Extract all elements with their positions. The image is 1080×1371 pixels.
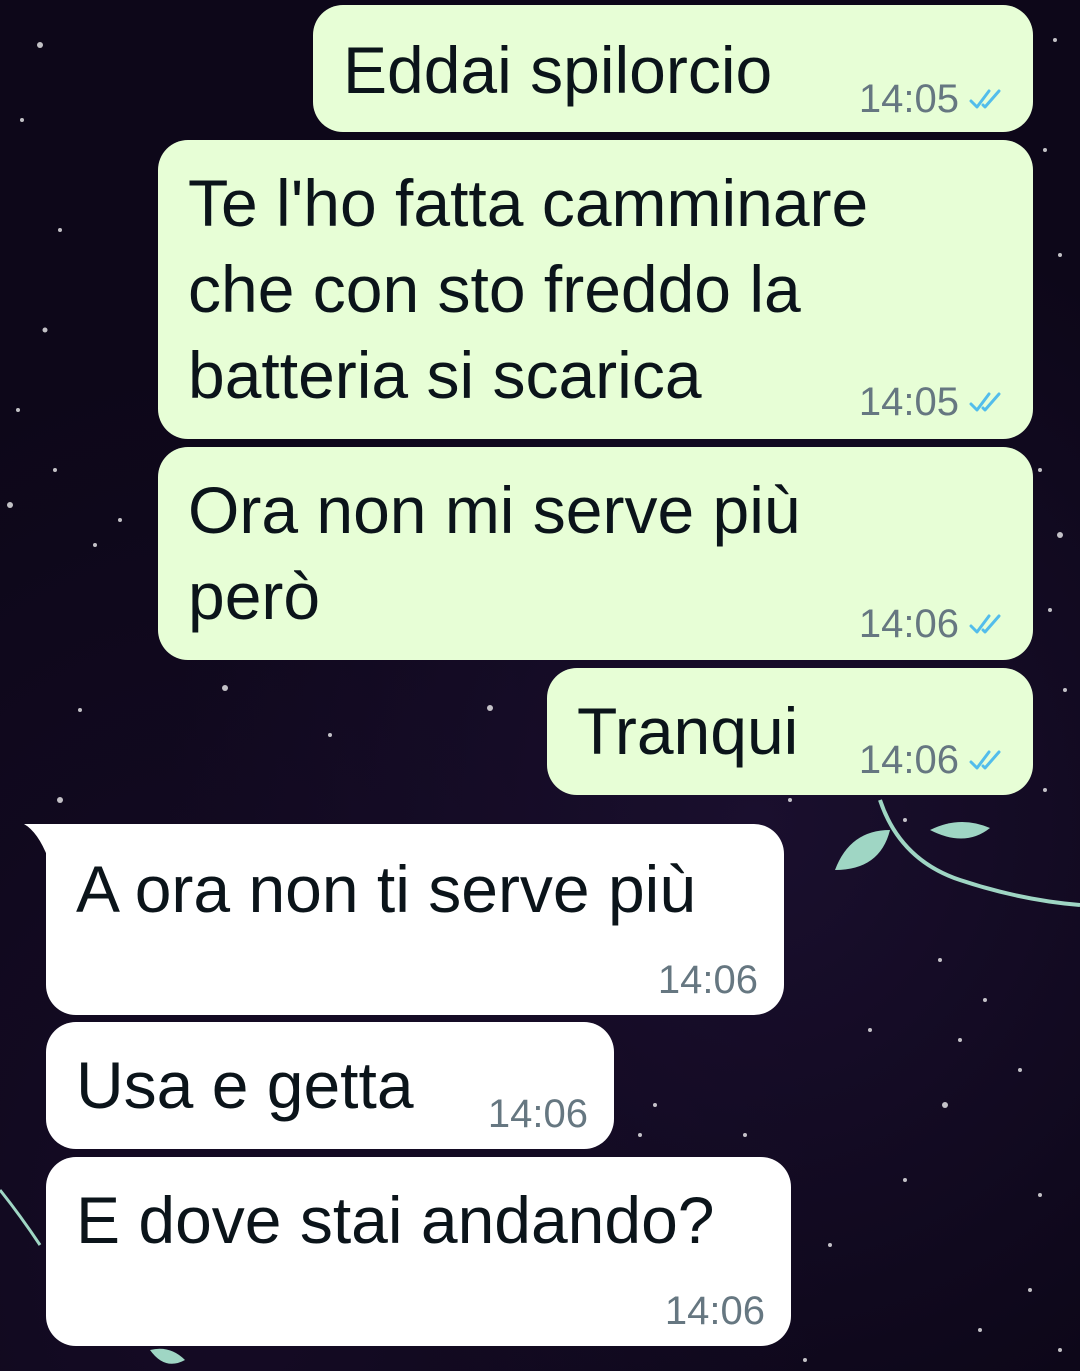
message-bubble-outgoing[interactable]: Eddai spilorcio 14:05 <box>313 5 1033 132</box>
message-text: Usa e getta <box>76 1048 414 1122</box>
message-bubble-outgoing[interactable]: Tranqui 14:06 <box>547 668 1033 795</box>
message-bubble-outgoing[interactable]: Te l'ho fatta camminare che con sto fred… <box>158 140 1033 439</box>
message-meta: 14:06 <box>665 1289 765 1333</box>
message-time: 14:06 <box>487 1092 588 1136</box>
message-text: Te l'ho fatta camminare che con sto fred… <box>188 166 869 412</box>
double-check-icon <box>969 392 1001 412</box>
message-bubble-incoming[interactable]: E dove stai andando? 14:06 <box>46 1157 791 1346</box>
message-text: A ora non ti serve più <box>76 852 697 926</box>
message-meta: 14:06 <box>859 738 1007 782</box>
message-text: Ora non mi serve più però <box>188 473 801 633</box>
message-meta: 14:05 <box>859 380 1007 424</box>
message-text: Eddai spilorcio <box>343 33 773 107</box>
message-text: Tranqui <box>577 694 799 768</box>
message-time: 14:05 <box>858 380 959 424</box>
message-time: 14:06 <box>858 602 959 646</box>
message-time: 14:05 <box>858 77 959 121</box>
message-time: 14:06 <box>657 958 758 1002</box>
message-meta: 14:06 <box>859 602 1007 646</box>
message-meta: 14:05 <box>859 77 1007 121</box>
double-check-icon <box>969 750 1001 770</box>
message-time: 14:06 <box>664 1289 765 1333</box>
message-bubble-incoming[interactable]: Usa e getta 14:06 <box>46 1022 614 1149</box>
bubble-tail <box>24 824 64 858</box>
double-check-icon <box>969 614 1001 634</box>
message-time: 14:06 <box>858 738 959 782</box>
message-bubble-incoming[interactable]: A ora non ti serve più 14:06 <box>24 824 784 1015</box>
message-meta: 14:06 <box>488 1092 588 1136</box>
double-check-icon <box>969 89 1001 109</box>
message-bubble-outgoing[interactable]: Ora non mi serve più però 14:06 <box>158 447 1033 660</box>
message-meta: 14:06 <box>658 958 758 1002</box>
message-text: E dove stai andando? <box>76 1183 715 1257</box>
